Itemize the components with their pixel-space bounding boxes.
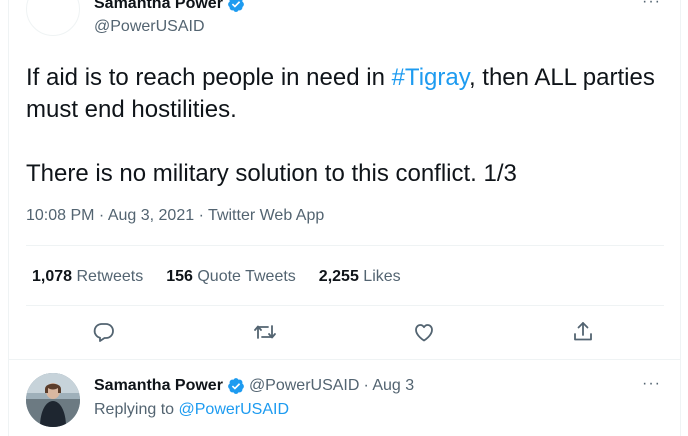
divider xyxy=(26,245,664,246)
tweet-text-part: If aid is to reach people in need in xyxy=(26,64,392,91)
reply-author-avatar[interactable] xyxy=(26,373,80,427)
likes-count: 2,255 xyxy=(318,268,359,285)
author-name[interactable]: Samantha Power xyxy=(94,0,223,14)
retweets-label: Retweets xyxy=(76,268,144,285)
reply-header: Samantha Power @PowerUSAID · Aug 3 xyxy=(94,376,414,396)
more-icon[interactable]: ··· xyxy=(642,0,661,10)
author-name-row[interactable]: Samantha Power xyxy=(94,0,245,14)
quote-tweets-stat[interactable]: 156 Quote Tweets xyxy=(166,267,296,287)
tweet-timestamp[interactable]: 10:08 PM · Aug 3, 2021 · Twitter Web App xyxy=(26,206,324,226)
hashtag-link[interactable]: #Tigray xyxy=(392,64,469,91)
share-icon xyxy=(574,322,592,341)
retweet-icon xyxy=(254,325,276,339)
more-icon[interactable]: ··· xyxy=(642,376,661,392)
reply-date[interactable]: · Aug 3 xyxy=(363,376,414,396)
likes-stat[interactable]: 2,255 Likes xyxy=(319,267,401,287)
like-button[interactable] xyxy=(412,320,438,344)
divider xyxy=(8,359,681,360)
verified-badge-icon xyxy=(228,0,244,12)
divider xyxy=(26,305,664,306)
replying-handle-link[interactable]: @PowerUSAID xyxy=(179,401,290,418)
tweet-text-line: There is no military solution to this co… xyxy=(26,160,517,187)
quote-tweets-count: 156 xyxy=(166,268,193,285)
reply-author-handle[interactable]: @PowerUSAID xyxy=(249,376,360,396)
retweets-stat[interactable]: 1,078 Retweets xyxy=(32,267,143,287)
tweet-text: If aid is to reach people in need in #Ti… xyxy=(26,62,666,190)
tweet-stats: 1,078 Retweets 156 Quote Tweets 2,255 Li… xyxy=(32,267,401,287)
replying-prefix: Replying to xyxy=(94,401,175,418)
author-handle[interactable]: @PowerUSAID xyxy=(94,17,205,37)
share-button[interactable] xyxy=(571,320,597,344)
replying-to: Replying to @PowerUSAID xyxy=(94,400,289,420)
reply-icon xyxy=(93,323,114,342)
quote-tweets-label: Quote Tweets xyxy=(197,268,296,285)
reply-button[interactable] xyxy=(92,320,118,344)
verified-badge-icon xyxy=(228,378,244,394)
reply-author-name[interactable]: Samantha Power xyxy=(94,376,223,396)
avatar-photo xyxy=(26,373,80,427)
retweets-count: 1,078 xyxy=(32,268,73,285)
retweet-button[interactable] xyxy=(253,320,279,344)
likes-label: Likes xyxy=(363,268,401,285)
tweet-actions xyxy=(92,320,602,344)
like-icon xyxy=(415,324,433,342)
